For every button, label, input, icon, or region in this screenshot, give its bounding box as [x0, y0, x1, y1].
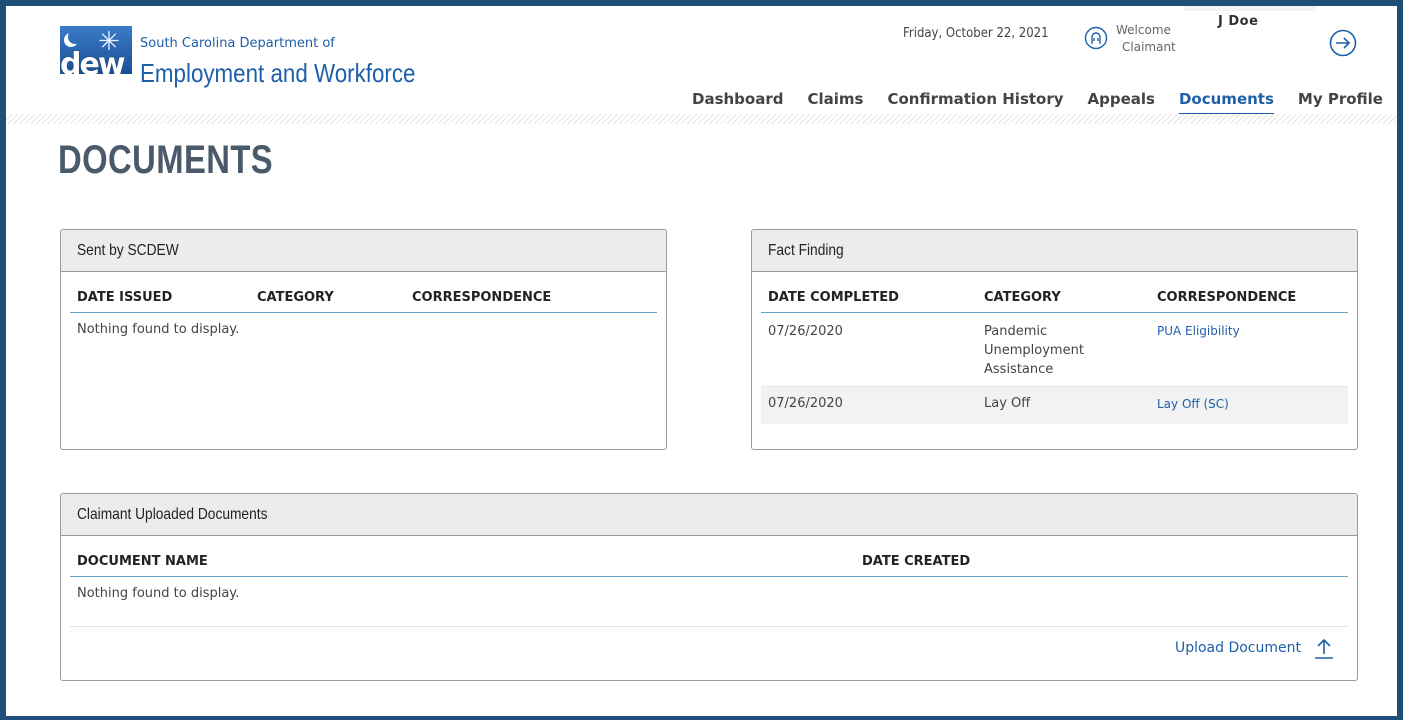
upload-document-link[interactable]: Upload Document [1175, 640, 1301, 656]
panel-title: Sent by SCDEW [61, 230, 666, 272]
empty-message: Nothing found to display. [77, 586, 240, 601]
nav-appeals[interactable]: Appeals [1088, 90, 1155, 115]
user-name[interactable]: J Doe [1218, 14, 1258, 29]
upload-divider [70, 626, 1348, 627]
table-header: DATE COMPLETED CATEGORY CORRESPONDENCE [761, 272, 1348, 313]
fact-table: DATE COMPLETED CATEGORY CORRESPONDENCE 0… [761, 272, 1348, 424]
col-date-created[interactable]: DATE CREATED [855, 554, 970, 569]
row-category: Pandemic Unemployment Assistance [984, 324, 1084, 377]
logo-text: dew [60, 47, 126, 74]
welcome-block: Welcome Claimant [1116, 22, 1176, 56]
row-date: 07/26/2020 [768, 396, 843, 411]
sent-by-scdew-panel: Sent by SCDEW DATE ISSUED CATEGORY CORRE… [60, 229, 667, 450]
pua-eligibility-link[interactable]: PUA Eligibility [1150, 322, 1240, 379]
crescent-moon-icon [68, 30, 82, 44]
empty-message: Nothing found to display. [77, 322, 240, 337]
col-correspondence[interactable]: CORRESPONDENCE [405, 290, 551, 305]
col-document-name[interactable]: DOCUMENT NAME [70, 554, 855, 569]
main-nav: Dashboard Claims Confirmation History Ap… [692, 90, 1383, 115]
col-date-issued[interactable]: DATE ISSUED [70, 290, 250, 305]
table-header: DATE ISSUED CATEGORY CORRESPONDENCE [70, 272, 657, 313]
nav-claims[interactable]: Claims [807, 90, 863, 115]
user-circle-icon[interactable] [1084, 26, 1108, 50]
app-window: ✳ dew South Carolina Department of Emplo… [6, 6, 1397, 716]
scdew-logo[interactable]: ✳ dew [60, 26, 132, 74]
row-category: Lay Off [984, 396, 1031, 411]
sent-table: DATE ISSUED CATEGORY CORRESPONDENCE Noth… [70, 272, 657, 337]
col-category[interactable]: CATEGORY [977, 290, 1150, 305]
panel-title: Claimant Uploaded Documents [61, 494, 1357, 536]
current-date: Friday, October 22, 2021 [903, 26, 1049, 41]
user-role: Claimant [1122, 40, 1176, 54]
panel-title-text: Fact Finding [768, 242, 844, 259]
department-line: South Carolina Department of [140, 36, 335, 51]
panel-title: Fact Finding [752, 230, 1357, 272]
uploaded-table: DOCUMENT NAME DATE CREATED Nothing found… [70, 536, 1348, 601]
panel-title-text: Sent by SCDEW [77, 242, 179, 259]
lay-off-link[interactable]: Lay Off (SC) [1150, 396, 1229, 412]
site-header: ✳ dew South Carolina Department of Emplo… [6, 6, 1397, 118]
col-date-completed[interactable]: DATE COMPLETED [761, 290, 977, 305]
col-correspondence[interactable]: CORRESPONDENCE [1150, 290, 1296, 305]
department-name: Employment and Workforce [140, 58, 416, 88]
row-date: 07/26/2020 [768, 324, 843, 339]
table-header: DOCUMENT NAME DATE CREATED [70, 536, 1348, 577]
fact-finding-panel: Fact Finding DATE COMPLETED CATEGORY COR… [751, 229, 1358, 450]
upload-arrow-icon[interactable] [1313, 636, 1335, 660]
logout-arrow-icon[interactable] [1328, 28, 1358, 58]
table-row: 07/26/2020 Lay Off Lay Off (SC) [761, 387, 1348, 424]
claimant-uploaded-documents-panel: Claimant Uploaded Documents DOCUMENT NAM… [60, 493, 1358, 681]
page-title: DOCUMENTS [58, 138, 274, 182]
nav-confirmation-history[interactable]: Confirmation History [887, 90, 1063, 115]
table-row: 07/26/2020 Pandemic Unemployment Assista… [761, 313, 1348, 387]
panel-title-text: Claimant Uploaded Documents [77, 506, 268, 523]
nav-documents[interactable]: Documents [1178, 90, 1274, 115]
header-divider [6, 114, 1397, 124]
nav-my-profile[interactable]: My Profile [1298, 90, 1383, 115]
nav-dashboard[interactable]: Dashboard [692, 90, 783, 115]
col-category[interactable]: CATEGORY [250, 290, 405, 305]
welcome-text: Welcome [1116, 23, 1171, 37]
